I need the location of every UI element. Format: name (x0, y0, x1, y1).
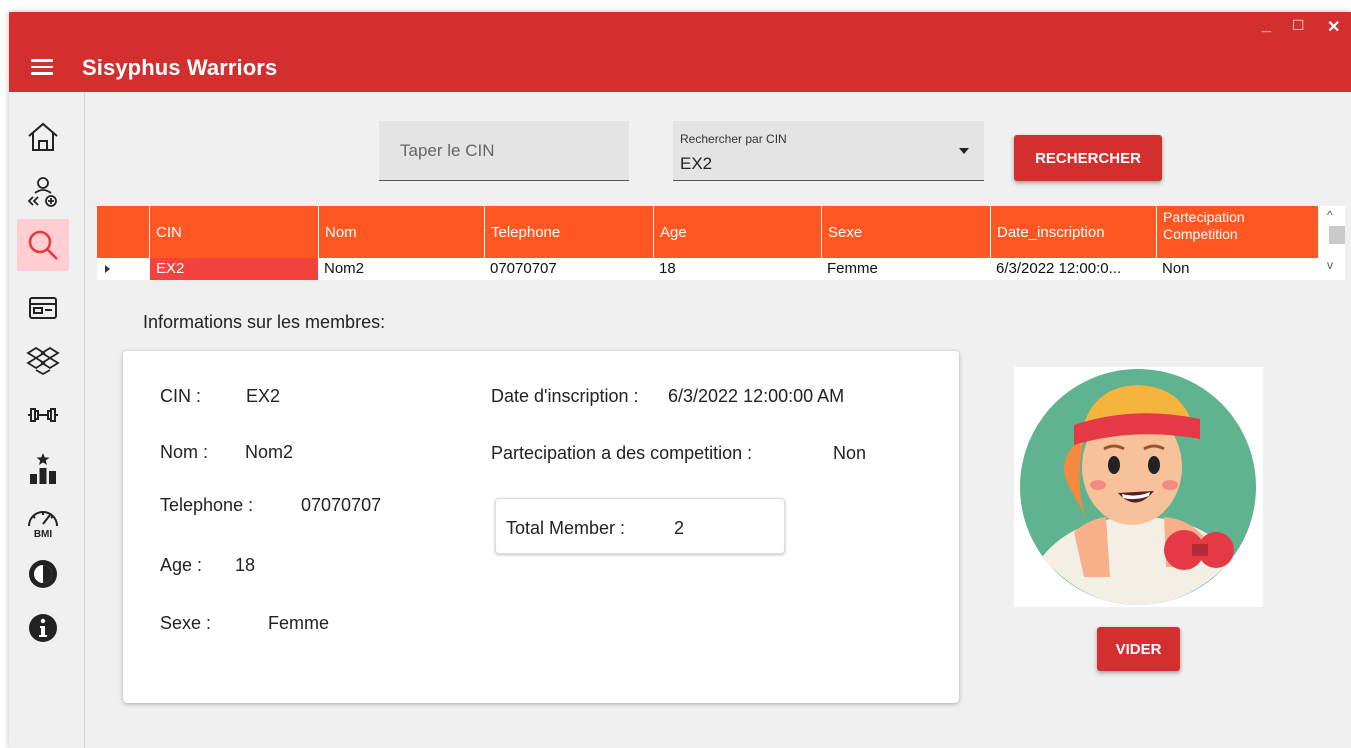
ranking-icon (30, 453, 56, 484)
column-header-competition[interactable]: Partecipation Competition (1156, 206, 1318, 258)
sidebar-item-ranking[interactable] (17, 442, 69, 494)
sidebar-item-equipment[interactable] (17, 389, 69, 441)
total-member-value: 2 (674, 518, 685, 538)
sexe-value: Femme (268, 613, 330, 633)
chevron-down-icon (959, 148, 969, 154)
cin-search-input[interactable] (379, 121, 629, 181)
select-label: Rechercher par CIN (680, 132, 787, 146)
sidebar-item-search[interactable] (17, 219, 69, 271)
app-title: Sisyphus Warriors (82, 55, 278, 80)
competition-value: Non (833, 443, 867, 463)
sidebar-item-add-members[interactable] (17, 165, 69, 217)
nom-value: Nom2 (245, 442, 294, 462)
member-info-card: CIN : EX2 Nom : Nom2 Telephone : 0707070… (123, 351, 959, 703)
column-header-date-inscription[interactable]: Date_inscription (990, 206, 1156, 258)
date-inscription-label: Date d'inscription : (491, 386, 639, 406)
add-members-icon (27, 177, 57, 207)
search-icon (28, 230, 58, 260)
close-button[interactable]: ✕ (1327, 17, 1340, 37)
column-header-nom[interactable]: Nom (318, 206, 484, 258)
column-header-telephone[interactable]: Telephone (484, 206, 653, 258)
scroll-down-icon[interactable]: v (1327, 258, 1333, 272)
grid-header: CIN Nom Telephone Age Sexe Date_inscript… (97, 206, 1318, 258)
hamburger-menu-icon[interactable] (31, 55, 53, 79)
cell-sexe[interactable]: Femme (821, 258, 990, 280)
member-avatar-image (1014, 367, 1263, 607)
cell-cin[interactable]: EX2 (150, 258, 318, 280)
dropbox-icon (26, 346, 60, 376)
section-title: Informations sur les membres: (143, 312, 386, 332)
minimize-button[interactable]: _ (1262, 17, 1271, 35)
sidebar-item-dropbox[interactable] (17, 335, 69, 387)
sidebar-item-bmi[interactable]: BMI (17, 496, 69, 548)
cell-telephone[interactable]: 07070707 (484, 258, 653, 280)
column-header-sexe[interactable]: Sexe (821, 206, 990, 258)
scroll-up-icon[interactable]: ^ (1327, 208, 1333, 222)
members-grid: CIN Nom Telephone Age Sexe Date_inscript… (97, 206, 1345, 288)
cell-age[interactable]: 18 (653, 258, 821, 280)
date-inscription-value: 6/3/2022 12:00:00 AM (668, 386, 845, 406)
app-window: Sisyphus Warriors _ □ ✕ BMI Taper le CIN… (9, 12, 1351, 748)
grid-vertical-scrollbar[interactable]: ^ v (1318, 206, 1345, 280)
row-indicator-icon (105, 265, 110, 273)
age-value: 18 (235, 555, 256, 575)
sidebar-item-membership[interactable] (17, 282, 69, 334)
home-icon (28, 122, 58, 151)
clear-button[interactable]: VIDER (1097, 627, 1180, 671)
column-header-age[interactable]: Age (653, 206, 821, 258)
sidebar-item-info[interactable] (17, 602, 69, 654)
telephone-label: Telephone : (160, 495, 254, 515)
membership-card-icon (29, 297, 57, 319)
title-bar: Sisyphus Warriors _ □ ✕ (9, 12, 1351, 92)
search-button[interactable]: RECHERCHER (1014, 135, 1162, 181)
svg-text:BMI: BMI (34, 529, 53, 540)
total-member-label: Total Member : (506, 518, 626, 538)
main-content: Rechercher par CIN EX2 RECHERCHER CIN No… (86, 92, 1351, 748)
total-member-box: Total Member : 2 (495, 498, 785, 554)
cin-value: EX2 (246, 386, 281, 406)
age-label: Age : (160, 555, 203, 575)
cell-nom[interactable]: Nom2 (318, 258, 484, 280)
cin-label: CIN : (160, 386, 202, 406)
sidebar-item-home[interactable] (17, 111, 69, 163)
select-value: EX2 (680, 154, 713, 173)
table-row[interactable]: EX2 Nom2 07070707 18 Femme 6/3/2022 12:0… (97, 258, 1318, 280)
nom-label: Nom : (160, 442, 209, 462)
cell-date-inscription[interactable]: 6/3/2022 12:00:0... (990, 258, 1156, 280)
telephone-value: 07070707 (301, 495, 382, 515)
column-header-cin[interactable]: CIN (149, 206, 318, 258)
dumbbell-icon (28, 408, 58, 422)
maximize-button[interactable]: □ (1293, 15, 1303, 35)
sidebar: BMI (9, 92, 85, 748)
sidebar-item-contrast[interactable] (17, 548, 69, 600)
cell-competition[interactable]: Non (1156, 258, 1318, 280)
contrast-icon (29, 560, 57, 588)
competition-label: Partecipation a des competition : (491, 443, 753, 463)
search-by-cin-select[interactable]: Rechercher par CIN EX2 (673, 121, 984, 181)
sexe-label: Sexe : (160, 613, 212, 633)
scroll-thumb[interactable] (1329, 226, 1345, 244)
fitness-avatar-icon (1020, 369, 1256, 605)
bmi-gauge-icon: BMI (28, 511, 58, 540)
info-icon (29, 614, 57, 642)
